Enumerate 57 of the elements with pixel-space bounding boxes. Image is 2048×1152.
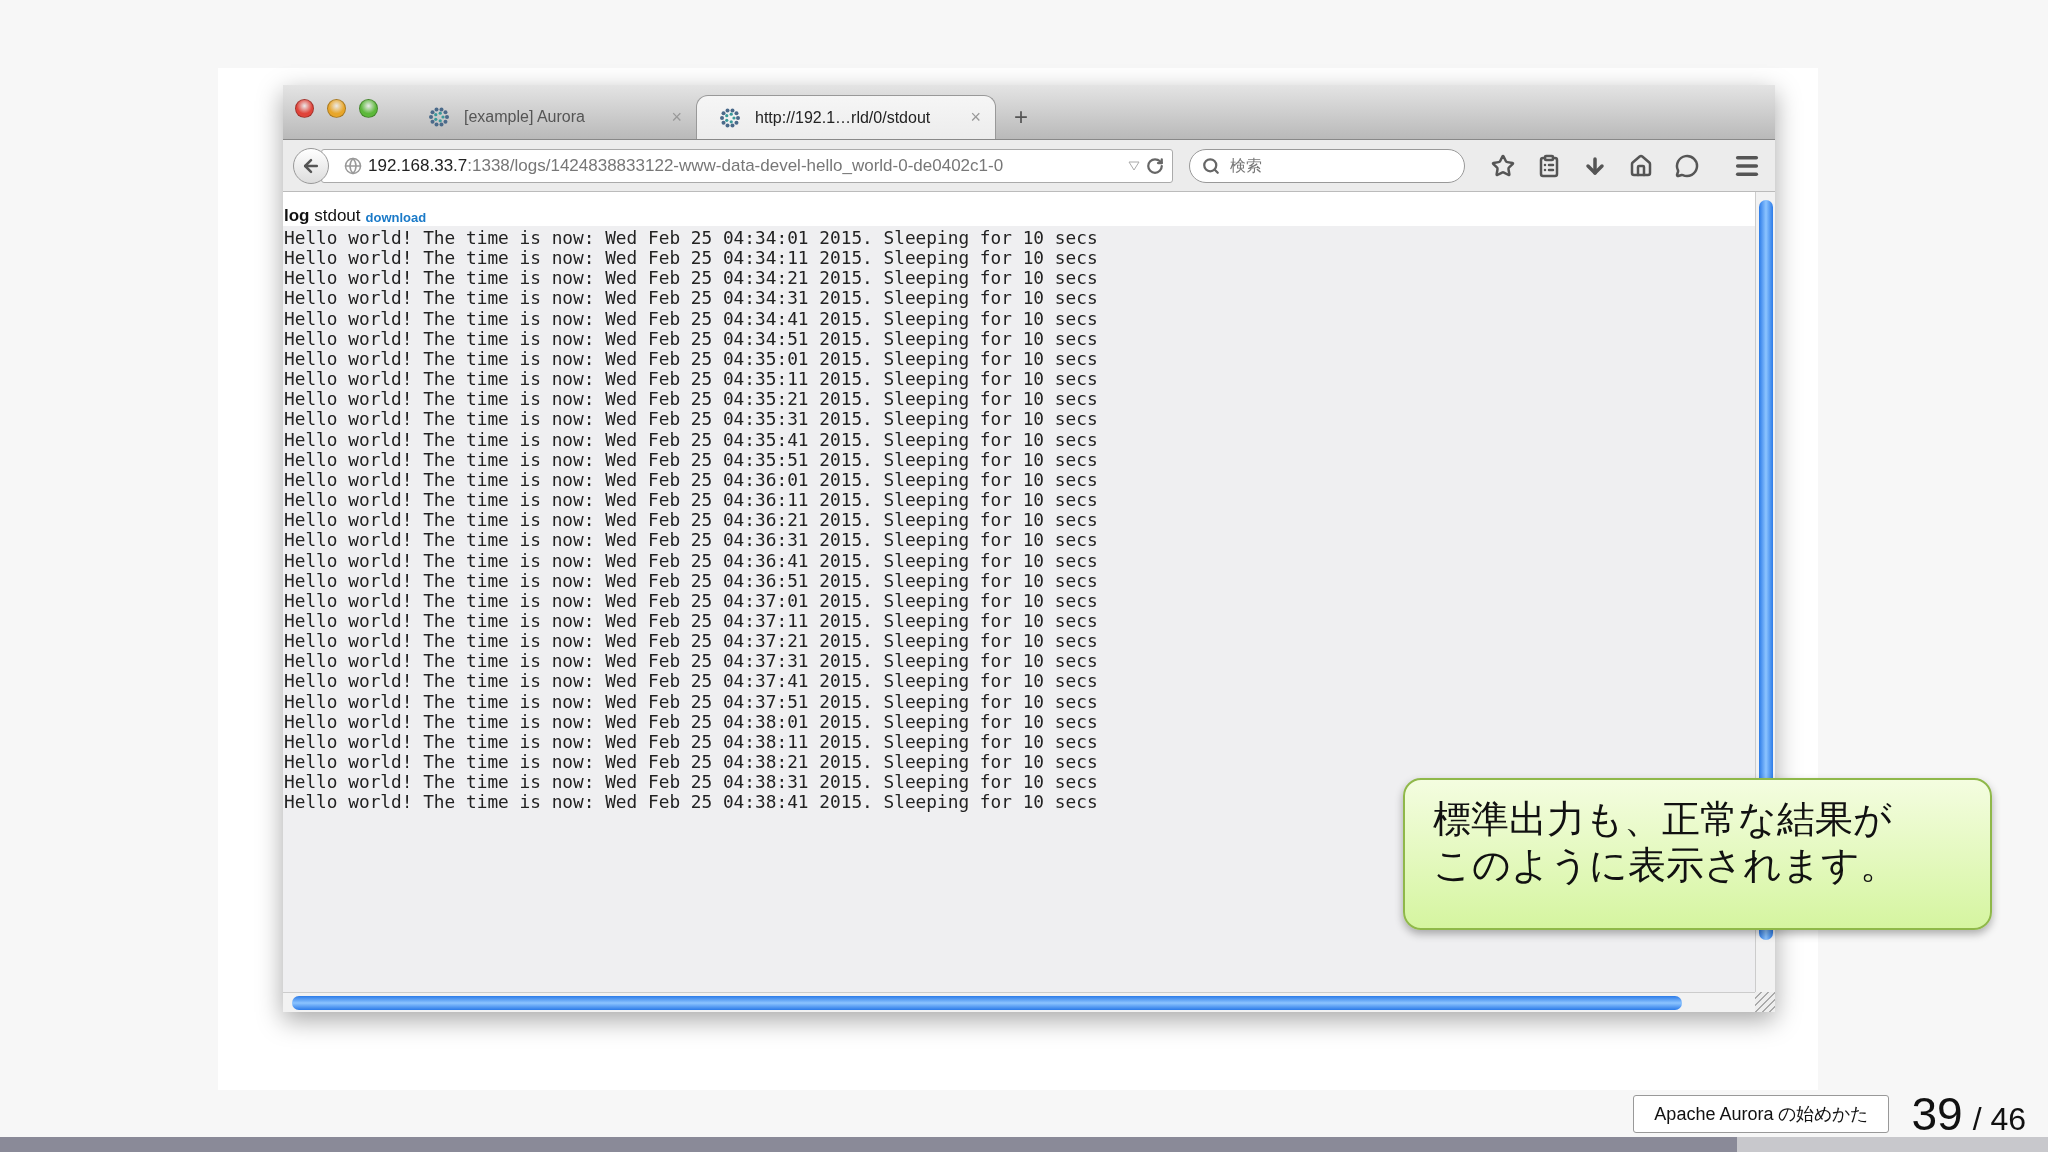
log-line: Hello world! The time is now: Wed Feb 25 04:35:01 2015. Sleeping for 10 secs	[284, 348, 1098, 370]
log-line: Hello world! The time is now: Wed Feb 25 04:35:31 2015. Sleeping for 10 secs	[284, 409, 1098, 430]
log-line: Hello world! The time is now: Wed Feb 25 04:36:51 2015. Sleeping for 10 secs	[284, 570, 1098, 591]
search-icon	[1202, 156, 1220, 175]
log-title: log stdout	[284, 206, 361, 226]
log-line: Hello world! The time is now: Wed Feb 25 04:36:41 2015. Sleeping for 10 secs	[284, 550, 1098, 571]
log-line: Hello world! The time is now: Wed Feb 25 04:37:31 2015. Sleeping for 10 secs	[284, 651, 1098, 672]
log-line: Hello world! The time is now: Wed Feb 25 04:36:01 2015. Sleeping for 10 secs	[284, 469, 1098, 491]
browser-tab[interactable]: [example] Aurora ×	[406, 95, 696, 139]
log-line: Hello world! The time is now: Wed Feb 25 04:36:21 2015. Sleeping for 10 secs	[284, 510, 1098, 531]
search-input[interactable]: 検索	[1228, 155, 1432, 176]
log-line: Hello world! The time is now: Wed Feb 25 04:38:11 2015. Sleeping for 10 secs	[284, 731, 1098, 753]
log-line: Hello world! The time is now: Wed Feb 25 04:34:51 2015. Sleeping for 10 secs	[284, 328, 1098, 349]
tab-title: [example] Aurora	[464, 108, 586, 126]
callout-text: このように表示されます。	[1433, 842, 1899, 888]
log-line: Hello world! The time is now: Wed Feb 25 04:36:11 2015. Sleeping for 10 secs	[284, 490, 1098, 511]
log-line: Hello world! The time is now: Wed Feb 25 04:37:21 2015. Sleeping for 10 secs	[284, 631, 1098, 652]
dotted-circle-icon	[428, 106, 450, 128]
reload-icon[interactable]	[1146, 156, 1164, 175]
log-line: Hello world! The time is now: Wed Feb 25 04:34:01 2015. Sleeping for 10 secs	[284, 228, 1098, 249]
log-line: Hello world! The time is now: Wed Feb 25 04:36:31 2015. Sleeping for 10 secs	[284, 530, 1098, 551]
tab-title: http://192.1…rld/0/stdout	[755, 108, 932, 127]
log-line: Hello world! The time is now: Wed Feb 25 04:34:41 2015. Sleeping for 10 secs	[284, 308, 1098, 329]
log-line: Hello world! The time is now: Wed Feb 25 04:38:41 2015. Sleeping for 10 secs	[284, 792, 1098, 813]
log-line: Hello world! The time is now: Wed Feb 25 04:37:41 2015. Sleeping for 10 secs	[284, 671, 1098, 692]
download-link[interactable]: download	[365, 210, 427, 225]
tab-close-button[interactable]: ×	[970, 107, 981, 128]
globe-icon	[344, 156, 362, 175]
page-total: / 46	[1972, 1100, 2026, 1138]
log-line: Hello world! The time is now: Wed Feb 25 04:34:11 2015. Sleeping for 10 secs	[284, 248, 1098, 269]
log-line: Hello world! The time is now: Wed Feb 25 04:35:11 2015. Sleeping for 10 secs	[284, 369, 1098, 390]
zoom-button[interactable]	[359, 98, 378, 118]
horizontal-scrollbar[interactable]	[283, 992, 1755, 1012]
log-line: Hello world! The time is now: Wed Feb 25 04:34:21 2015. Sleeping for 10 secs	[284, 268, 1098, 289]
log-line: Hello world! The time is now: Wed Feb 25 04:37:11 2015. Sleeping for 10 secs	[284, 610, 1098, 632]
log-line: Hello world! The time is now: Wed Feb 25 04:35:51 2015. Sleeping for 10 secs	[284, 449, 1098, 470]
log-line: Hello world! The time is now: Wed Feb 25 04:38:31 2015. Sleeping for 10 secs	[284, 772, 1098, 793]
close-window-button[interactable]	[295, 98, 314, 118]
minimize-button[interactable]	[327, 98, 346, 118]
log-line: Hello world! The time is now: Wed Feb 25 04:35:21 2015. Sleeping for 10 secs	[284, 389, 1098, 410]
deck-title: Apache Aurora の始めかた	[1633, 1094, 1890, 1133]
back-button[interactable]	[293, 147, 329, 184]
callout-text: 標準出力も、正常な結果が	[1433, 796, 1893, 842]
address-bar[interactable]: 192.168.33.7:1338/logs/1424838833122-www-data-devel-hello_world-0-de0402c1-0	[321, 148, 1173, 183]
page-number: 39	[1911, 1086, 1963, 1141]
resize-grip[interactable]	[1755, 992, 1775, 1012]
log-line: Hello world! The time is now: Wed Feb 25 04:37:01 2015. Sleeping for 10 secs	[284, 590, 1098, 611]
browser-tab[interactable]: http://192.1…rld/0/stdout ×	[696, 95, 996, 139]
search-field[interactable]: 検索	[1189, 148, 1465, 183]
new-tab-button[interactable]: +	[1014, 103, 1028, 131]
url-text: 192.168.33.7:1338/logs/1424838833122-www-data-devel-hello_world-0-de0402c1-0	[368, 155, 1005, 176]
log-line: Hello world! The time is now: Wed Feb 25 04:38:21 2015. Sleeping for 10 secs	[284, 752, 1098, 773]
log-line: Hello world! The time is now: Wed Feb 25 04:37:51 2015. Sleeping for 10 secs	[284, 691, 1098, 712]
log-line: Hello world! The time is now: Wed Feb 25 04:34:31 2015. Sleeping for 10 secs	[284, 288, 1098, 309]
dotted-circle-icon	[719, 106, 741, 129]
log-line: Hello world! The time is now: Wed Feb 25 04:38:01 2015. Sleeping for 10 secs	[284, 711, 1098, 732]
log-line: Hello world! The time is now: Wed Feb 25 04:35:41 2015. Sleeping for 10 secs	[284, 429, 1098, 450]
